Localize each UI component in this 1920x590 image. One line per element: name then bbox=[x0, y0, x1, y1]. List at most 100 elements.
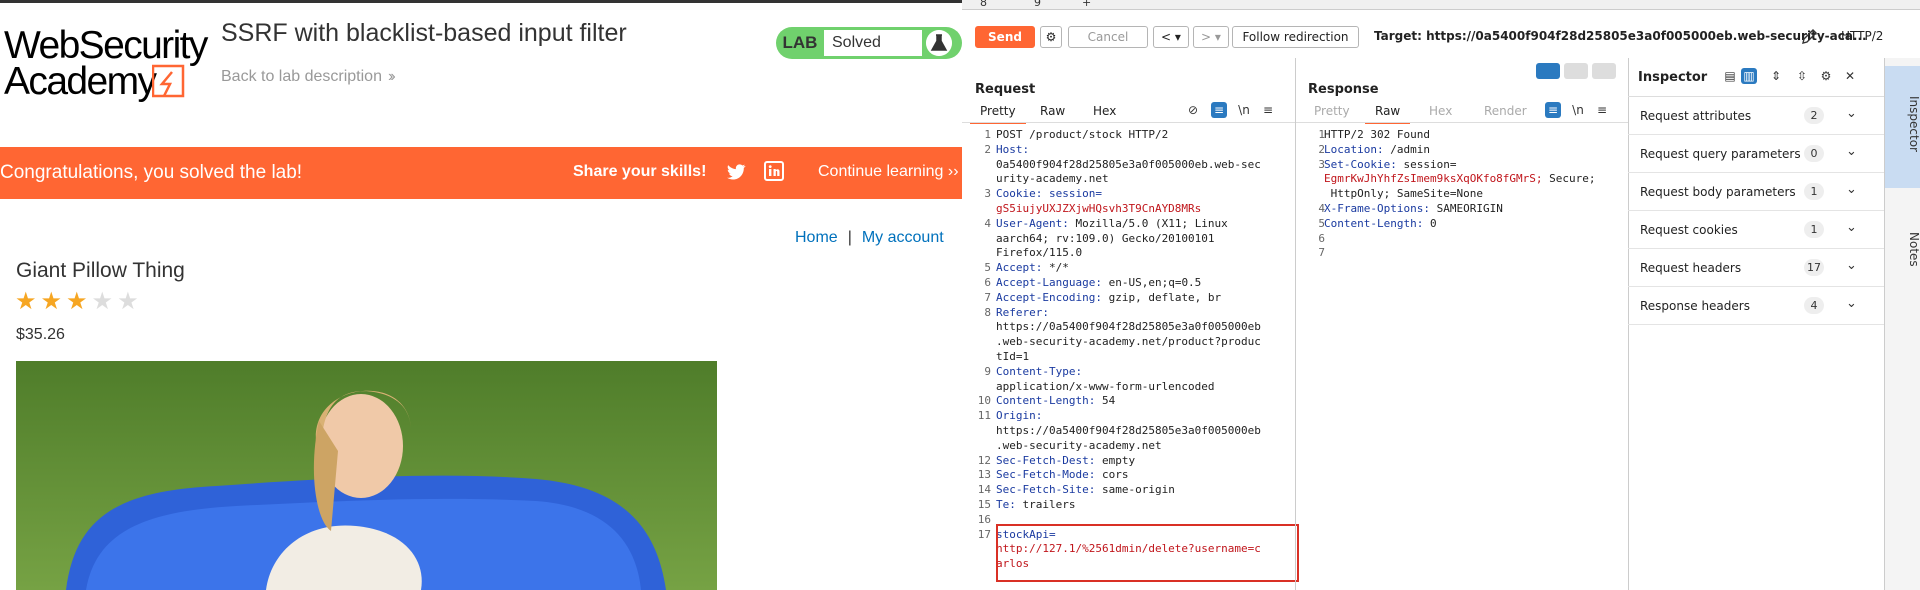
side-tab-inspector[interactable]: Inspector bbox=[1885, 66, 1920, 188]
inspector-section-row[interactable]: Request cookies 1 ⌄ bbox=[1628, 211, 1890, 249]
request-code-token: gS5iujyUXJZXjwHQsvh3T9CnAYD8MRs bbox=[996, 201, 1202, 215]
chevron-down-icon: ▾ bbox=[1174, 30, 1181, 44]
logo-text-line2: Academy bbox=[4, 60, 157, 103]
line-number: 1 bbox=[1318, 128, 1325, 141]
follow-redirection-button[interactable]: Follow redirection bbox=[1232, 26, 1359, 48]
request-code-line: Content-Type: bbox=[996, 365, 1261, 380]
new-tab-button[interactable]: + bbox=[1082, 0, 1091, 9]
line-number: 14 bbox=[977, 483, 991, 497]
inspector-count-badge: 4 bbox=[1804, 297, 1824, 314]
request-code-token: Sec-Fetch-Mode: bbox=[996, 468, 1096, 482]
side-tab-notes[interactable]: Notes bbox=[1885, 202, 1920, 302]
flask-icon bbox=[926, 30, 952, 56]
congrats-message: Congratulations, you solved the lab! bbox=[0, 162, 303, 183]
request-editor[interactable]: POST /product/stock HTTP/2 Host: 0a5400f90… bbox=[996, 128, 1261, 572]
inspector-section-label: Request attributes bbox=[1640, 109, 1752, 123]
collapse-all-icon[interactable]: ⇳ bbox=[1794, 68, 1810, 84]
inspector-count-badge: 0 bbox=[1804, 145, 1824, 162]
twitter-icon[interactable] bbox=[725, 161, 747, 183]
lab-badge-label: LAB bbox=[782, 33, 818, 52]
request-code-token: Content-Type: bbox=[996, 364, 1083, 378]
request-code-token: Accept: bbox=[996, 261, 1043, 275]
response-tab-render[interactable]: Render bbox=[1484, 104, 1527, 118]
inspector-split-view-icon[interactable]: ▥ bbox=[1741, 68, 1757, 84]
next-request-button[interactable]: > ▾ bbox=[1193, 26, 1229, 48]
layout-side-by-side-icon[interactable] bbox=[1536, 63, 1560, 79]
request-code-line: application/x-www-form-urlencoded bbox=[996, 380, 1261, 395]
burp-repeater-pane: 8 9 + Send ⚙ Cancel < ▾ > ▾ Follow redir… bbox=[962, 0, 1920, 590]
send-button[interactable]: Send bbox=[975, 26, 1035, 48]
line-number: 9 bbox=[984, 364, 991, 378]
star-empty-icon: ★ bbox=[117, 288, 139, 315]
request-code-line: aarch64; rv:109.0) Gecko/20100101 bbox=[996, 232, 1261, 247]
response-editor[interactable]: HTTP/2 302 Found Location: /admin Set-Cook… bbox=[1324, 128, 1596, 261]
inspector-settings-gear-icon[interactable]: ⚙ bbox=[1818, 68, 1834, 84]
layout-stacked-icon[interactable] bbox=[1564, 63, 1588, 79]
hide-eye-icon[interactable]: ⊘ bbox=[1185, 102, 1201, 118]
menu-icon[interactable]: ≡ bbox=[1260, 102, 1276, 118]
expand-all-icon[interactable]: ⇕ bbox=[1768, 68, 1784, 84]
inspector-section-row[interactable]: Request headers 17 ⌄ bbox=[1628, 249, 1890, 287]
continue-learning-link[interactable]: Continue learning ›› bbox=[818, 163, 959, 181]
line-number: 17 bbox=[977, 527, 991, 541]
nav-my-account-link[interactable]: My account bbox=[862, 229, 944, 246]
request-tab-pretty[interactable]: Pretty bbox=[970, 104, 1026, 124]
request-tab-hex[interactable]: Hex bbox=[1093, 104, 1116, 118]
linkedin-icon[interactable] bbox=[764, 161, 784, 181]
web-security-academy-logo[interactable]: WebSecurity Academy bbox=[4, 24, 208, 103]
line-number: 7 bbox=[984, 290, 991, 304]
chevron-down-icon: ⌄ bbox=[1846, 220, 1857, 235]
request-code-token: User-Agent: bbox=[996, 216, 1069, 230]
double-chevron-right-icon: ›› bbox=[387, 68, 395, 85]
line-number bbox=[977, 380, 991, 395]
inspector-list-view-icon[interactable]: ▤ bbox=[1722, 68, 1738, 84]
inspector-section-row[interactable]: Request attributes 2 ⌄ bbox=[1628, 97, 1890, 135]
request-code-line: Accept: */* bbox=[996, 261, 1261, 276]
edit-target-pencil-icon[interactable] bbox=[1799, 27, 1819, 47]
gear-icon[interactable]: ⚙ bbox=[1040, 26, 1062, 48]
newline-toggle-icon[interactable]: \n bbox=[1236, 102, 1252, 118]
request-code-token: Sec-Fetch-Dest: bbox=[996, 453, 1096, 467]
newline-toggle-icon[interactable]: \n bbox=[1570, 102, 1586, 118]
wrap-lines-icon[interactable]: ≡ bbox=[1211, 102, 1227, 118]
wrap-lines-icon[interactable]: ≡ bbox=[1545, 102, 1561, 118]
back-to-lab-description-link[interactable]: Back to lab description ›› bbox=[221, 68, 395, 86]
request-response-divider[interactable] bbox=[1295, 58, 1296, 590]
repeater-tab-8[interactable]: 8 bbox=[980, 0, 987, 9]
inspector-section-row[interactable]: Request body parameters 1 ⌄ bbox=[1628, 173, 1890, 211]
lab-title: SSRF with blacklist-based input filter bbox=[221, 19, 627, 47]
menu-icon[interactable]: ≡ bbox=[1594, 102, 1610, 118]
response-tab-raw[interactable]: Raw bbox=[1364, 104, 1411, 124]
line-number: 5 bbox=[1318, 216, 1325, 230]
inspector-count-badge: 1 bbox=[1804, 183, 1824, 200]
inspector-section-row[interactable]: Request query parameters 0 ⌄ bbox=[1628, 135, 1890, 173]
request-code-line: https://0a5400f904f28d25805e3a0f005000eb bbox=[996, 424, 1261, 439]
logo-bolt-icon bbox=[152, 64, 185, 98]
inspector-count-badge: 17 bbox=[1804, 259, 1824, 276]
response-code-token: /admin bbox=[1383, 142, 1430, 156]
layout-tabs-icon[interactable] bbox=[1592, 63, 1616, 79]
stockapi-highlight-box bbox=[996, 524, 1299, 582]
nav-home-link[interactable]: Home bbox=[795, 229, 838, 246]
request-code-line: Content-Length: 54 bbox=[996, 394, 1261, 409]
chevron-down-icon: ⌄ bbox=[1846, 296, 1857, 311]
product-photo bbox=[16, 361, 717, 590]
response-tab-pretty[interactable]: Pretty bbox=[1314, 104, 1350, 118]
inspector-section-label: Request body parameters bbox=[1640, 185, 1796, 199]
close-icon[interactable]: ✕ bbox=[1842, 68, 1858, 84]
star-filled-icon: ★ bbox=[66, 288, 88, 315]
lab-browser-pane: WebSecurity Academy SSRF with blacklist-… bbox=[0, 0, 962, 590]
cancel-button[interactable]: Cancel bbox=[1068, 26, 1148, 48]
request-code-line: Sec-Fetch-Mode: cors bbox=[996, 468, 1261, 483]
inspector-section-row[interactable]: Response headers 4 ⌄ bbox=[1628, 287, 1890, 325]
prev-label: < bbox=[1161, 30, 1172, 44]
http-version-label[interactable]: HTTP/2 bbox=[1841, 29, 1883, 43]
request-code-token: Cookie: session= bbox=[996, 187, 1102, 201]
previous-request-button[interactable]: < ▾ bbox=[1153, 26, 1189, 48]
repeater-tab-9[interactable]: 9 bbox=[1034, 0, 1041, 9]
request-tab-raw[interactable]: Raw bbox=[1040, 104, 1065, 118]
request-code-token: Firefox/115.0 bbox=[996, 246, 1083, 260]
request-code-token: aarch64; rv:109.0) Gecko/20100101 bbox=[996, 231, 1215, 245]
response-tab-hex[interactable]: Hex bbox=[1429, 104, 1452, 118]
request-code-line: Cookie: session= bbox=[996, 187, 1261, 202]
